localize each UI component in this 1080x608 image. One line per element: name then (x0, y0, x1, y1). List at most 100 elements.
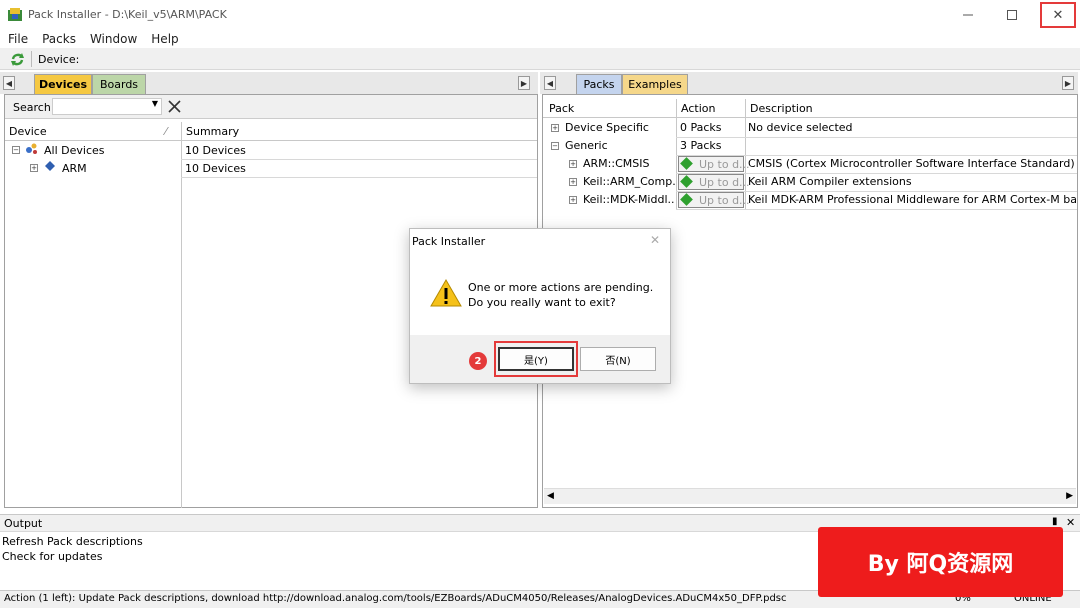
menu-bar: File Packs Window Help (0, 30, 1080, 48)
column-header-device[interactable]: Device (9, 125, 47, 138)
device-name: All Devices (44, 144, 105, 157)
expand-icon[interactable]: + (551, 124, 559, 132)
chevron-down-icon[interactable]: ▼ (152, 99, 158, 108)
close-icon: ✕ (1052, 7, 1064, 23)
app-icon (8, 8, 22, 21)
search-input[interactable]: ▼ (52, 98, 162, 115)
right-tabstrip: ◀ Packs Examples ▶ (540, 72, 1078, 94)
packs-grid-header: Pack Action Description (543, 99, 1077, 118)
confirm-exit-dialog: Pack Installer ✕ One or more actions are… (409, 228, 671, 384)
device-label: Device: (38, 53, 80, 66)
column-header-action[interactable]: Action (681, 102, 715, 115)
sort-icon: ⁄ (165, 125, 167, 138)
tab-examples[interactable]: Examples (622, 74, 688, 94)
pack-action: 3 Packs (680, 139, 722, 152)
devices-icon (26, 143, 37, 154)
tab-boards[interactable]: Boards (92, 74, 146, 94)
tab-packs[interactable]: Packs (576, 74, 622, 94)
pack-name: Keil::ARM_Comp... (583, 175, 675, 188)
pack-name: Keil::MDK-Middl... (583, 193, 675, 206)
device-name: ARM (62, 162, 87, 175)
maximize-button[interactable] (990, 0, 1034, 30)
window-title: Pack Installer - D:\Keil_v5\ARM\PACK (28, 8, 227, 21)
tab-devices[interactable]: Devices (34, 74, 92, 94)
menu-file[interactable]: File (8, 32, 28, 46)
search-bar: Search: ▼ (5, 95, 537, 119)
devices-grid-header: Device ⁄ Summary (5, 122, 537, 141)
menu-window[interactable]: Window (90, 32, 137, 46)
table-row[interactable]: + ARM::CMSIS Up to d... CMSIS (Cortex Mi… (543, 155, 1077, 173)
tab-scroll-right-icon[interactable]: ▶ (518, 76, 530, 90)
expand-icon[interactable]: + (569, 196, 577, 204)
expand-icon[interactable]: + (30, 164, 38, 172)
device-summary: 10 Devices (185, 162, 246, 175)
scroll-right-icon[interactable]: ▶ (1066, 491, 1073, 501)
table-row[interactable]: + ARM 10 Devices (5, 160, 537, 178)
search-label: Search: (13, 101, 55, 114)
pack-description: Keil MDK-ARM Professional Middleware for… (748, 193, 1076, 206)
output-line: Refresh Pack descriptions (2, 535, 143, 548)
up-to-date-button[interactable]: Up to d... (678, 174, 750, 190)
refresh-icon[interactable] (10, 52, 25, 67)
column-header-pack[interactable]: Pack (549, 102, 574, 115)
maximize-icon (1007, 10, 1017, 20)
table-row[interactable]: + Keil::ARM_Comp... Up to d... Keil ARM … (543, 173, 1077, 191)
watermark: By 阿Q资源网 (818, 527, 1063, 597)
pack-action: Up to d... (699, 157, 750, 171)
collapse-icon[interactable]: − (551, 142, 559, 150)
up-to-date-button[interactable]: Up to d... (678, 156, 750, 172)
status-action-text: Action (1 left): Update Pack description… (4, 593, 787, 604)
device-summary: 10 Devices (185, 144, 246, 157)
table-row[interactable]: + Device Specific 0 Packs No device sele… (543, 119, 1077, 137)
column-header-description[interactable]: Description (750, 102, 813, 115)
pack-description: CMSIS (Cortex Microcontroller Software I… (748, 157, 1075, 170)
output-close-icon[interactable]: ✕ (1066, 516, 1075, 529)
output-title: Output (4, 517, 43, 530)
close-button[interactable]: ✕ (1040, 2, 1076, 28)
up-to-date-button[interactable]: Up to d... (678, 192, 750, 208)
tab-scroll-left-icon[interactable]: ◀ (544, 76, 556, 90)
row-divider (676, 209, 1077, 210)
toolbar: Device: (0, 48, 1080, 70)
arm-vendor-icon (45, 161, 55, 171)
row-divider (181, 177, 537, 178)
pin-icon[interactable]: ▮ (1052, 516, 1058, 527)
dialog-close-icon[interactable]: ✕ (650, 233, 660, 247)
dialog-message-line2: Do you really want to exit? (468, 296, 616, 309)
minimize-button[interactable] (946, 0, 990, 30)
menu-packs[interactable]: Packs (42, 32, 76, 46)
pack-description: No device selected (748, 121, 853, 134)
left-tabstrip: ◀ Devices Boards ▶ (0, 72, 538, 94)
no-button[interactable]: 否(N) (580, 347, 656, 371)
up-to-date-icon (680, 157, 693, 170)
collapse-icon[interactable]: − (12, 146, 20, 154)
table-row[interactable]: + Keil::MDK-Middl... Up to d... Keil MDK… (543, 191, 1077, 209)
annotation-badge-2: 2 (469, 352, 487, 370)
pack-name: ARM::CMSIS (583, 157, 650, 170)
yes-button[interactable]: 是(Y) (498, 347, 574, 371)
menu-help[interactable]: Help (151, 32, 178, 46)
toolbar-separator (31, 51, 32, 67)
dialog-message-line1: One or more actions are pending. (468, 281, 654, 294)
output-line: Check for updates (2, 550, 103, 563)
table-row[interactable]: − All Devices 10 Devices (5, 142, 537, 160)
pack-action: Up to d... (699, 175, 750, 189)
scroll-left-icon[interactable]: ◀ (547, 491, 554, 501)
table-row[interactable]: − Generic 3 Packs (543, 137, 1077, 155)
column-header-summary[interactable]: Summary (186, 125, 239, 138)
pack-action: 0 Packs (680, 121, 722, 134)
pack-description: Keil ARM Compiler extensions (748, 175, 912, 188)
dialog-title: Pack Installer (412, 235, 486, 248)
minimize-icon (963, 14, 973, 16)
expand-icon[interactable]: + (569, 160, 577, 168)
pack-name: Generic (565, 139, 608, 152)
warning-icon (430, 279, 462, 307)
pack-name: Device Specific (565, 121, 649, 134)
tab-scroll-left-icon[interactable]: ◀ (3, 76, 15, 90)
tab-scroll-right-icon[interactable]: ▶ (1062, 76, 1074, 90)
up-to-date-icon (680, 175, 693, 188)
column-divider (181, 122, 182, 508)
expand-icon[interactable]: + (569, 178, 577, 186)
horizontal-scrollbar[interactable]: ◀ ▶ (544, 488, 1076, 504)
clear-search-icon[interactable] (168, 100, 181, 113)
